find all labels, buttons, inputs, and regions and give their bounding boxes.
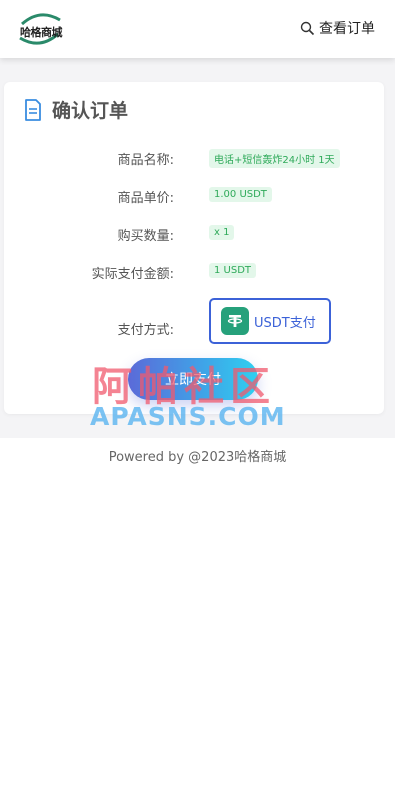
row-actual-amount: 实际支付金额: 1 USDT	[4, 260, 384, 284]
row-quantity: 购买数量: x 1	[4, 222, 384, 246]
tether-icon	[221, 307, 249, 335]
confirm-order-card: 确认订单 商品名称: 电话+短信轰炸24小时 1天 商品单价: 1.00 USD…	[4, 82, 384, 414]
footer-text: Powered by @2023哈格商城	[108, 450, 287, 465]
view-orders-link[interactable]: 查看订单	[300, 18, 375, 38]
unit-price-value: 1.00 USDT	[209, 187, 272, 202]
card-title: 确认订单	[24, 96, 128, 123]
pay-method-label: USDT支付	[254, 315, 316, 331]
search-icon	[300, 21, 315, 35]
logo-text: 哈格商城	[20, 26, 63, 39]
row-unit-price: 商品单价: 1.00 USDT	[4, 184, 384, 208]
view-orders-label: 查看订单	[319, 21, 375, 37]
top-header: 哈格商城 查看订单	[0, 0, 395, 58]
quantity-value: x 1	[209, 225, 235, 240]
quantity-label: 购买数量:	[117, 229, 174, 244]
pay-method-title: 支付方式:	[117, 323, 174, 338]
product-name-value: 电话+短信轰炸24小时 1天	[209, 149, 340, 168]
unit-price-label: 商品单价:	[117, 191, 174, 206]
pay-now-button[interactable]: 立即支付	[128, 358, 258, 400]
site-logo[interactable]: 哈格商城	[16, 10, 64, 46]
row-product-name: 商品名称: 电话+短信轰炸24小时 1天	[4, 146, 384, 170]
card-title-text: 确认订单	[52, 100, 129, 122]
usdt-pay-option[interactable]: USDT支付	[209, 298, 331, 344]
product-name-label: 商品名称:	[117, 153, 174, 168]
document-icon	[25, 98, 41, 121]
actual-amount-value: 1 USDT	[209, 263, 257, 278]
actual-amount-label: 实际支付金额:	[91, 267, 174, 282]
